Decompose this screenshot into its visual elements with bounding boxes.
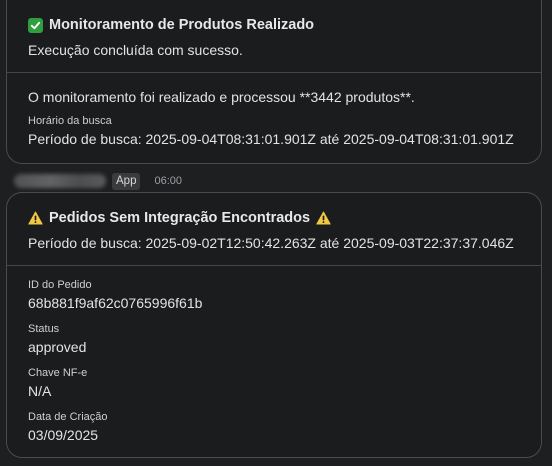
message-timestamp: 06:00 xyxy=(154,175,182,187)
message-sender-row: App 06:00 xyxy=(14,172,182,190)
app-badge: App xyxy=(112,172,141,190)
monitoring-card: Monitoramento de Produtos Realizado Exec… xyxy=(6,0,542,164)
monitoring-card-subtitle: Execução concluída com sucesso. xyxy=(28,42,243,58)
monitoring-message: O monitoramento foi realizado e processo… xyxy=(28,89,415,105)
nfe-key-value: N/A xyxy=(28,383,52,399)
orders-card-title-row: Pedidos Sem Integração Encontrados xyxy=(28,210,331,226)
warning-icon xyxy=(28,211,43,225)
status-value: approved xyxy=(28,339,87,355)
check-icon xyxy=(28,17,43,33)
monitoring-card-title-row: Monitoramento de Produtos Realizado xyxy=(28,17,314,33)
nfe-key-label: Chave NF-e xyxy=(28,367,88,379)
creation-date-value: 03/09/2025 xyxy=(28,427,99,443)
order-id-value: 68b881f9af62c0765996f61b xyxy=(28,295,203,311)
divider xyxy=(7,72,541,73)
monitoring-card-title: Monitoramento de Produtos Realizado xyxy=(49,17,315,33)
orders-card: Pedidos Sem Integração Encontrados Perío… xyxy=(6,192,542,458)
warning-icon xyxy=(316,211,331,225)
status-label: Status xyxy=(28,323,60,335)
creation-date-label: Data de Criação xyxy=(28,411,108,423)
divider xyxy=(7,265,541,266)
search-time-label: Horário da busca xyxy=(28,115,112,127)
search-time-value: Período de busca: 2025-09-04T08:31:01.90… xyxy=(28,131,514,147)
orders-card-title: Pedidos Sem Integração Encontrados xyxy=(49,210,311,226)
order-id-label: ID do Pedido xyxy=(28,279,92,291)
sender-name-redacted xyxy=(14,174,106,188)
orders-search-period: Período de busca: 2025-09-02T12:50:42.26… xyxy=(28,235,514,251)
